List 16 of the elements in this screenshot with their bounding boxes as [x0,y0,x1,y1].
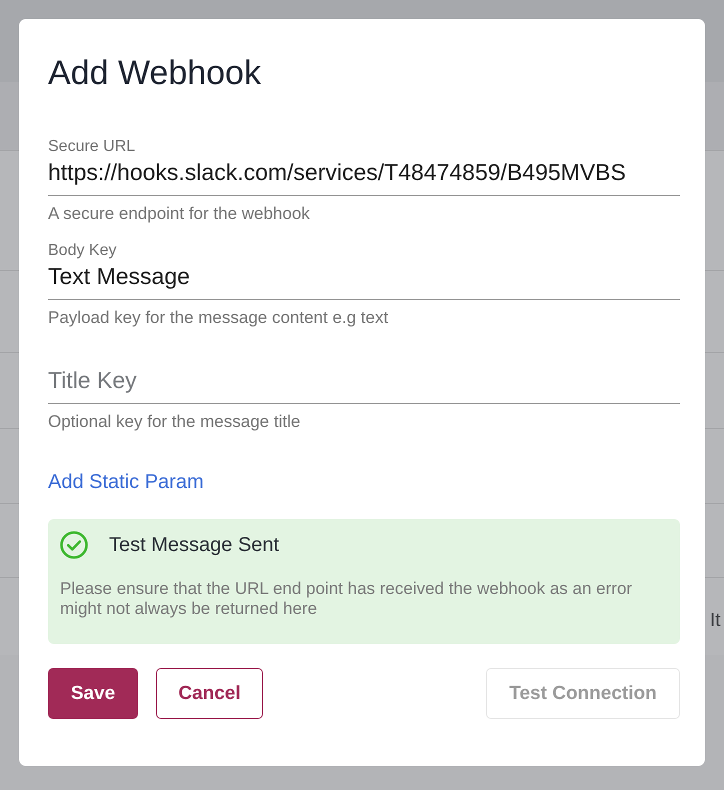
alert-title: Test Message Sent [109,533,280,558]
cancel-button[interactable]: Cancel [156,668,263,719]
add-param-link[interactable]: Add Static Param [48,470,204,494]
field-label: Secure URL [48,138,136,156]
input-field[interactable]: https://hooks.slack.com/services/T48474859/B495MVBS [48,156,680,196]
helper-text: A secure endpoint for the webhook [48,205,311,223]
check-circle-icon [60,531,88,559]
input-field[interactable]: Title Key [48,364,680,404]
table-cell-text: It [710,610,721,632]
dialog-title: Add Webhook [48,53,262,93]
input-field[interactable]: Text Message [48,260,680,300]
helper-text: Payload key for the message content e.g text [48,309,390,327]
field-label: Body Key [48,242,116,260]
save-button[interactable]: Save [48,668,138,719]
helper-text: Optional key for the message title [48,413,302,431]
alert-message: Please ensure that the URL end point has received the webhook as an error might not always be returned here [60,579,634,619]
